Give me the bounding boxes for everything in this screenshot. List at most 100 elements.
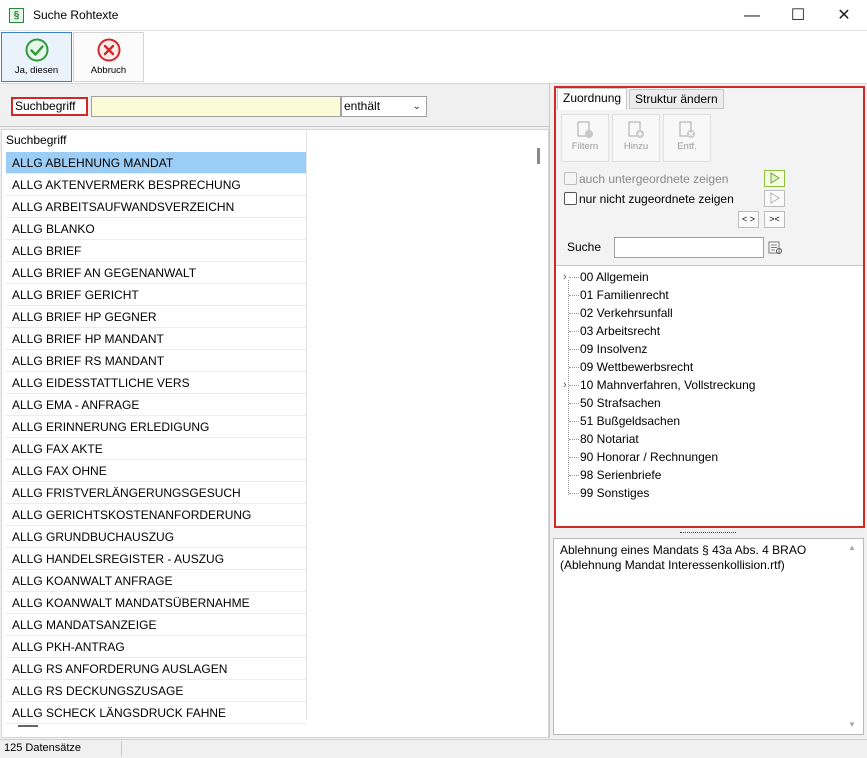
tree-connector bbox=[569, 493, 579, 494]
match-mode-value: enthält bbox=[344, 99, 381, 113]
tab-struktur-aendern[interactable]: Struktur ändern bbox=[629, 89, 724, 109]
status-divider bbox=[121, 741, 122, 756]
tree-node[interactable]: 00 Allgemein bbox=[580, 270, 649, 284]
app-icon: § bbox=[9, 8, 24, 23]
list-item[interactable]: ALLG BRIEF HP MANDANT bbox=[6, 328, 306, 350]
list-item[interactable]: ALLG BRIEF RS MANDANT bbox=[6, 350, 306, 372]
play-outline-icon bbox=[770, 192, 780, 204]
tree-node[interactable]: 51 Bußgeldsachen bbox=[580, 414, 680, 428]
play-disabled-button[interactable] bbox=[764, 190, 785, 207]
match-mode-select[interactable]: enthält ⌄ bbox=[341, 96, 427, 117]
list-item[interactable]: ALLG BLANKO bbox=[6, 218, 306, 240]
list-column: ALLG ABLEHNUNG MANDAT ALLG AKTENVERMERK B… bbox=[6, 130, 307, 724]
search-list-icon[interactable] bbox=[768, 240, 783, 255]
close-button[interactable]: ✕ bbox=[821, 0, 867, 31]
play-icon bbox=[770, 172, 780, 184]
list-item[interactable]: ALLG BRIEF AN GEGENANWALT bbox=[6, 262, 306, 284]
unassigned-only-checkbox[interactable] bbox=[564, 192, 577, 205]
tree-node[interactable]: 10 Mahnverfahren, Vollstreckung bbox=[580, 378, 755, 392]
remove-icon bbox=[679, 121, 695, 138]
filter-icon bbox=[577, 121, 593, 138]
scroll-down-icon[interactable]: ▼ bbox=[848, 720, 856, 729]
collapse-all-button[interactable]: >< bbox=[764, 211, 785, 228]
expand-all-button[interactable]: < > bbox=[738, 211, 759, 228]
tree-connector bbox=[569, 277, 579, 278]
filter-button[interactable]: Filtern bbox=[561, 114, 609, 162]
tree-connector bbox=[569, 439, 579, 440]
tree-connector bbox=[569, 349, 579, 350]
include-sub-checkbox[interactable] bbox=[564, 172, 577, 185]
add-icon bbox=[628, 121, 644, 138]
list-item[interactable]: ALLG RS ANFORDERUNG AUSLAGEN bbox=[6, 658, 306, 680]
list-item[interactable]: ALLG EMA - ANFRAGE bbox=[6, 394, 306, 416]
list-item[interactable]: ALLG RS DECKUNGSZUSAGE bbox=[6, 680, 306, 702]
tree-node[interactable]: 80 Notariat bbox=[580, 432, 639, 446]
play-filter-button[interactable] bbox=[764, 170, 785, 187]
list-item[interactable]: ALLG KOANWALT ANFRAGE bbox=[6, 570, 306, 592]
list-item[interactable]: ALLG EIDESSTATTLICHE VERS bbox=[6, 372, 306, 394]
list-item[interactable]: ALLG ABLEHNUNG MANDAT bbox=[6, 152, 306, 174]
minimize-button[interactable]: — bbox=[729, 0, 775, 31]
tree-node[interactable]: 98 Serienbriefe bbox=[580, 468, 661, 482]
tree-node[interactable]: 03 Arbeitsrecht bbox=[580, 324, 660, 338]
list-item[interactable]: ALLG PKH-ANTRAG bbox=[6, 636, 306, 658]
description-text: Ablehnung eines Mandats § 43a Abs. 4 BRA… bbox=[560, 543, 807, 572]
confirm-button[interactable]: Ja, diesen bbox=[1, 32, 72, 82]
list-item[interactable]: ALLG MANDATSANZEIGE bbox=[6, 614, 306, 636]
unassigned-only-label: nur nicht zugeordnete zeigen bbox=[579, 192, 734, 206]
tree-node[interactable]: 99 Sonstiges bbox=[580, 486, 649, 500]
tree-node[interactable]: 50 Strafsachen bbox=[580, 396, 661, 410]
tree-search-input[interactable] bbox=[614, 237, 764, 258]
expand-chevron-icon[interactable]: › bbox=[563, 379, 567, 391]
tree-node[interactable]: 09 Insolvenz bbox=[580, 342, 647, 356]
divider bbox=[0, 126, 549, 127]
horizontal-scrollbar-thumb[interactable] bbox=[18, 725, 38, 727]
tree-connector bbox=[569, 295, 579, 296]
list-item[interactable]: ALLG FAX AKTE bbox=[6, 438, 306, 460]
splitter-grip[interactable] bbox=[680, 532, 736, 535]
tree-connector bbox=[569, 385, 579, 386]
cancel-button[interactable]: Abbruch bbox=[73, 32, 144, 82]
tree-node[interactable]: 02 Verkehrsunfall bbox=[580, 306, 673, 320]
tree-connector bbox=[569, 475, 579, 476]
list-item[interactable]: ALLG BRIEF bbox=[6, 240, 306, 262]
list-item[interactable]: ALLG KOANWALT MANDATSÜBERNAHME bbox=[6, 592, 306, 614]
scroll-up-icon[interactable]: ▲ bbox=[848, 543, 856, 552]
checkmark-icon bbox=[25, 38, 48, 62]
tree-connector bbox=[569, 403, 579, 404]
maximize-button[interactable]: ☐ bbox=[775, 0, 821, 31]
remove-button[interactable]: Entf. bbox=[663, 114, 711, 162]
tree-node[interactable]: 90 Honorar / Rechnungen bbox=[580, 450, 718, 464]
tree-node[interactable]: 01 Familienrecht bbox=[580, 288, 669, 302]
vertical-scrollbar-thumb[interactable] bbox=[537, 148, 540, 164]
record-count: 125 Datensätze bbox=[4, 742, 82, 754]
status-bar bbox=[0, 739, 867, 758]
list-item[interactable]: ALLG FAX OHNE bbox=[6, 460, 306, 482]
list-item[interactable]: ALLG FRISTVERLÄNGERUNGSGESUCH bbox=[6, 482, 306, 504]
tree-node[interactable]: 09 Wettbewerbsrecht bbox=[580, 360, 693, 374]
list-item[interactable]: ALLG BRIEF GERICHT bbox=[6, 284, 306, 306]
list-item[interactable]: ALLG BRIEF HP GEGNER bbox=[6, 306, 306, 328]
expand-chevron-icon[interactable]: › bbox=[563, 271, 567, 283]
tab-zuordnung[interactable]: Zuordnung bbox=[557, 88, 628, 110]
tree-connector bbox=[569, 367, 579, 368]
list-item[interactable]: ALLG SCHECK LÄNGSDRUCK FAHNE bbox=[6, 702, 306, 724]
tree-connector bbox=[569, 331, 579, 332]
list-item[interactable]: ALLG ERINNERUNG ERLEDIGUNG bbox=[6, 416, 306, 438]
list-item[interactable]: ALLG HANDELSREGISTER - AUSZUG bbox=[6, 548, 306, 570]
filter-label: Filtern bbox=[571, 141, 599, 152]
list-item[interactable]: ALLG AKTENVERMERK BESPRECHUNG bbox=[6, 174, 306, 196]
list-item[interactable]: ALLG GERICHTSKOSTENANFORDERUNG bbox=[6, 504, 306, 526]
include-sub-label: auch untergeordnete zeigen bbox=[579, 172, 729, 186]
add-label: Hinzu bbox=[623, 141, 649, 152]
panel-splitter[interactable] bbox=[549, 84, 550, 738]
cancel-label: Abbruch bbox=[90, 65, 127, 76]
tree-connector bbox=[569, 421, 579, 422]
list-item[interactable]: ALLG GRUNDBUCHAUSZUG bbox=[6, 526, 306, 548]
window-title: Suche Rohtexte bbox=[33, 8, 119, 22]
remove-label: Entf. bbox=[677, 141, 697, 152]
add-button[interactable]: Hinzu bbox=[612, 114, 660, 162]
result-list[interactable]: Suchbegriff ALLG ABLEHNUNG MANDAT ALLG AK… bbox=[1, 129, 549, 738]
list-item[interactable]: ALLG ARBEITSAUFWANDSVERZEICHN bbox=[6, 196, 306, 218]
search-input[interactable] bbox=[91, 96, 341, 117]
